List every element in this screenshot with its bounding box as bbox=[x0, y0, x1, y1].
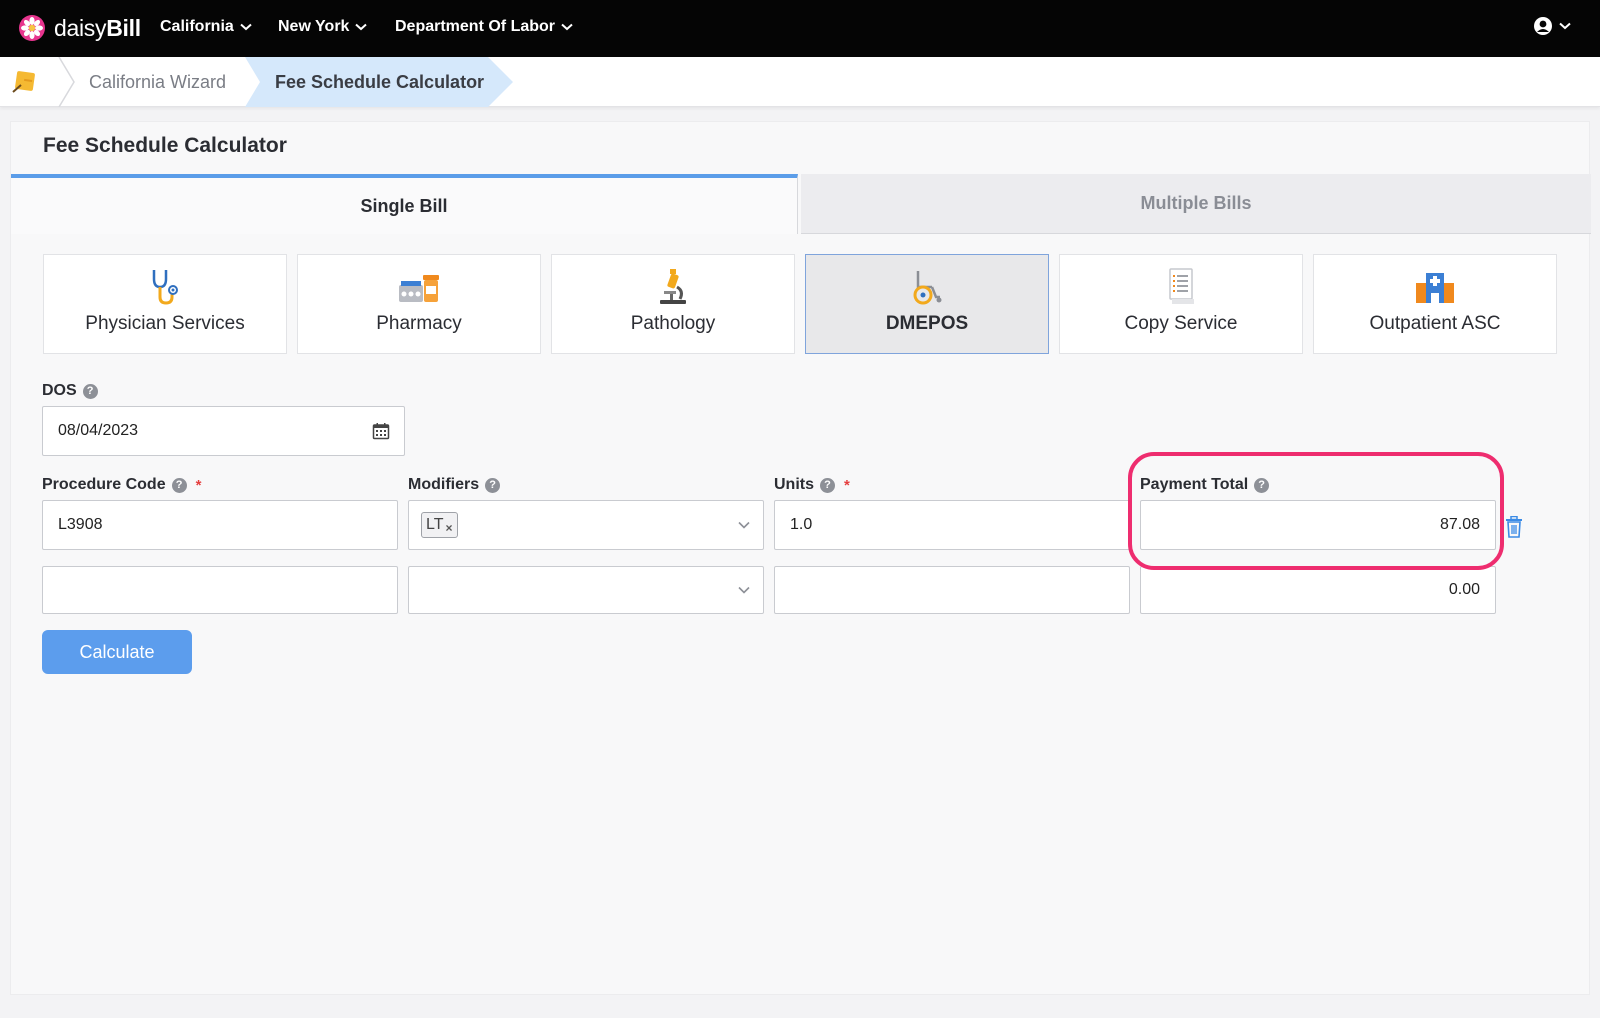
document-icon bbox=[1169, 268, 1194, 304]
modifiers-select[interactable] bbox=[408, 566, 764, 614]
procedure-code-input[interactable] bbox=[42, 566, 398, 614]
trash-icon[interactable] bbox=[1504, 516, 1524, 538]
payment-total-field: 0.00 bbox=[1140, 566, 1496, 614]
breadcrumb-fee-schedule-calculator[interactable]: Fee Schedule Calculator bbox=[275, 72, 484, 93]
home-icon[interactable] bbox=[10, 69, 38, 95]
units-input[interactable]: 1.0 bbox=[774, 500, 1130, 550]
service-label: Copy Service bbox=[1124, 313, 1238, 334]
menu-california-label: California bbox=[160, 18, 234, 35]
service-label: DMEPOS bbox=[885, 313, 969, 334]
procedure-code-value: L3908 bbox=[58, 516, 103, 533]
menu-california[interactable]: California bbox=[160, 18, 252, 36]
daisy-flower-icon bbox=[19, 15, 45, 41]
modifiers-label-text: Modifiers bbox=[408, 476, 480, 493]
service-dmepos[interactable]: DMEPOS bbox=[805, 254, 1049, 354]
service-label: Outpatient ASC bbox=[1369, 313, 1501, 334]
wheelchair-icon bbox=[913, 271, 942, 305]
calendar-icon[interactable] bbox=[372, 422, 390, 440]
payment-total-highlight bbox=[1128, 452, 1504, 570]
menu-department-of-labor[interactable]: Department Of Labor bbox=[395, 18, 573, 36]
payment-total-value: 0.00 bbox=[1448, 581, 1480, 598]
procedure-code-input[interactable]: L3908 bbox=[42, 500, 398, 550]
user-menu[interactable] bbox=[1533, 16, 1571, 36]
breadcrumb-separator bbox=[58, 57, 75, 107]
dos-value: 08/04/2023 bbox=[58, 422, 139, 439]
help-icon[interactable]: ? bbox=[485, 477, 501, 493]
chevron-down-icon bbox=[355, 23, 368, 31]
breadcrumb-california-wizard[interactable]: California Wizard bbox=[89, 72, 226, 93]
chevron-down-icon[interactable] bbox=[737, 585, 751, 595]
required-marker: * bbox=[844, 476, 850, 494]
chevron-down-icon bbox=[240, 23, 252, 31]
help-icon[interactable]: ? bbox=[820, 477, 835, 493]
modifiers-select[interactable]: LT × bbox=[408, 500, 764, 550]
menu-new-york[interactable]: New York bbox=[278, 18, 368, 36]
pharmacy-icon bbox=[399, 275, 439, 302]
dos-label: DOS ? bbox=[42, 382, 98, 400]
breadcrumb: California Wizard Fee Schedule Calculato… bbox=[0, 57, 1600, 107]
help-icon[interactable]: ? bbox=[171, 477, 187, 493]
chevron-down-icon[interactable] bbox=[737, 520, 751, 530]
brand-name-light: daisy bbox=[54, 14, 107, 41]
brand-name-bold: Bill bbox=[106, 14, 141, 41]
chevron-down-icon bbox=[561, 23, 573, 31]
units-value: 1.0 bbox=[790, 516, 813, 533]
tab-multiple-bills[interactable]: Multiple Bills bbox=[801, 174, 1591, 234]
service-label: Pathology bbox=[630, 313, 716, 334]
page-title: Fee Schedule Calculator bbox=[43, 134, 287, 157]
modifier-tag-label: LT bbox=[426, 516, 444, 533]
required-marker: * bbox=[195, 476, 202, 494]
service-label: Pharmacy bbox=[376, 313, 462, 334]
units-input[interactable] bbox=[774, 566, 1130, 614]
user-avatar-icon bbox=[1534, 17, 1552, 35]
daisybill-logo[interactable]: daisyBill bbox=[18, 14, 141, 42]
menu-new-york-label: New York bbox=[278, 18, 350, 35]
hospital-icon bbox=[1416, 273, 1454, 303]
service-pharmacy[interactable]: Pharmacy bbox=[297, 254, 541, 354]
units-label: Units ? * bbox=[774, 476, 850, 494]
service-physician-services[interactable]: Physician Services bbox=[43, 254, 287, 354]
service-outpatient-asc[interactable]: Outpatient ASC bbox=[1313, 254, 1557, 354]
procedure-code-label-text: Procedure Code bbox=[42, 476, 166, 493]
chevron-down-icon bbox=[1559, 22, 1571, 30]
modifier-tag: LT × bbox=[421, 512, 458, 538]
top-nav: daisyBill California New York Department… bbox=[0, 0, 1600, 57]
microscope-icon bbox=[660, 269, 686, 304]
units-label-text: Units bbox=[774, 476, 814, 493]
service-pathology[interactable]: Pathology bbox=[551, 254, 795, 354]
help-icon[interactable]: ? bbox=[82, 383, 98, 399]
procedure-code-label: Procedure Code ? * bbox=[42, 476, 201, 494]
stethoscope-icon bbox=[152, 270, 178, 305]
tag-remove-icon[interactable]: × bbox=[445, 521, 452, 535]
calculate-button[interactable]: Calculate bbox=[42, 630, 192, 674]
service-copy-service[interactable]: Copy Service bbox=[1059, 254, 1303, 354]
menu-department-of-labor-label: Department Of Labor bbox=[395, 18, 556, 35]
service-label: Physician Services bbox=[85, 313, 245, 334]
tab-single-bill[interactable]: Single Bill bbox=[11, 174, 798, 234]
dos-label-text: DOS bbox=[42, 382, 77, 399]
dos-date-field[interactable]: 08/04/2023 bbox=[42, 406, 405, 456]
modifiers-label: Modifiers ? bbox=[408, 476, 501, 494]
